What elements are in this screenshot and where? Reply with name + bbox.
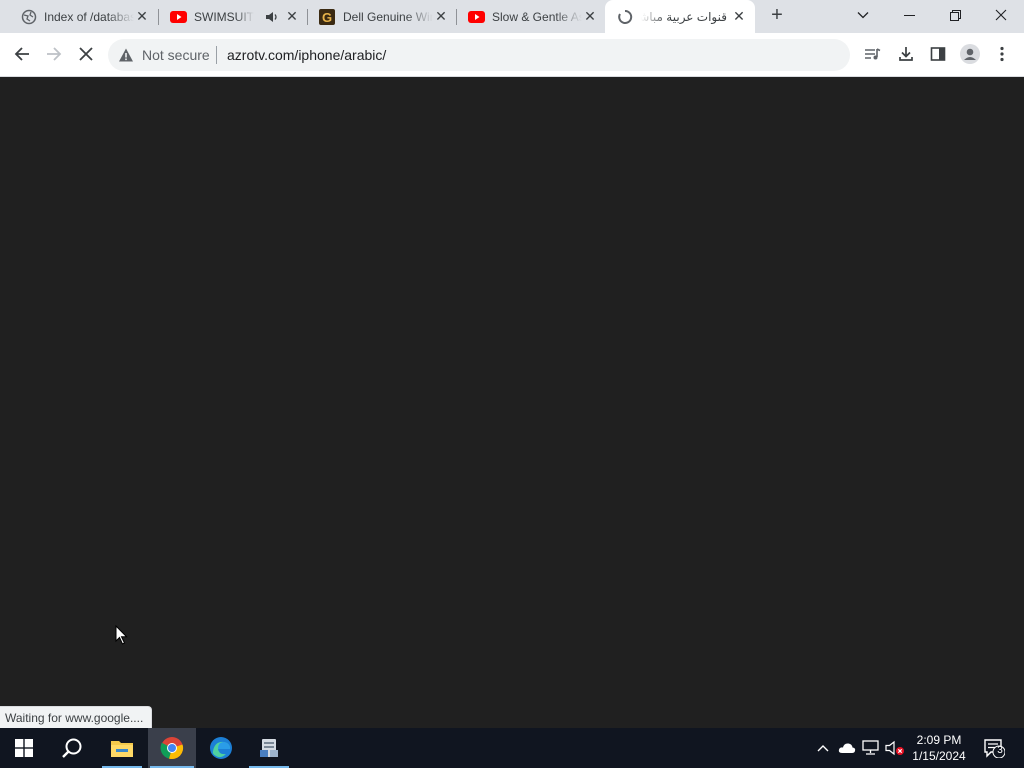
youtube-icon <box>170 9 187 25</box>
tab-arabic-channels[interactable]: قنوات عربية مباشر ✕ <box>605 0 755 33</box>
address-bar-divider <box>216 46 217 64</box>
tab-swimsuit[interactable]: SWIMSUIT ✕ <box>158 0 306 33</box>
tab-title: Index of /database <box>44 10 134 24</box>
tab-title: Slow & Gentle Asmr <box>492 10 582 24</box>
youtube-icon <box>468 9 485 25</box>
start-button[interactable] <box>0 728 48 768</box>
tab-title: قنوات عربية مباشر <box>641 10 727 24</box>
tab-dell-genuine[interactable]: G Dell Genuine Windows ✕ <box>307 0 455 33</box>
volume-muted-icon[interactable] <box>885 738 905 758</box>
clock-time: 2:09 PM <box>916 733 962 747</box>
profile-avatar-icon[interactable] <box>955 39 985 69</box>
tab-index-of-database[interactable]: Index of /database ✕ <box>8 0 156 33</box>
stop-loading-button[interactable] <box>71 39 101 69</box>
windows-taskbar: 2:09 PM 1/15/2024 3 <box>0 728 1024 768</box>
svg-text:G: G <box>322 10 332 25</box>
close-tab-icon[interactable]: ✕ <box>284 8 300 24</box>
clock-date: 1/15/2024 <box>912 749 966 763</box>
forward-button[interactable] <box>39 39 69 69</box>
back-button[interactable] <box>7 39 37 69</box>
warning-triangle-icon[interactable] <box>118 47 134 63</box>
page-viewport[interactable] <box>0 77 1024 728</box>
tab-search-button[interactable] <box>840 0 886 30</box>
menu-kebab-icon[interactable] <box>987 39 1017 69</box>
url-text[interactable]: azrotv.com/iphone/arabic/ <box>227 47 386 63</box>
speaker-icon[interactable] <box>264 9 280 25</box>
restore-button[interactable] <box>932 0 978 30</box>
media-control-icon[interactable] <box>858 39 888 69</box>
onedrive-cloud-icon[interactable] <box>837 738 857 758</box>
tab-strip: Index of /database ✕ SWIMSUIT ✕ G Dell G… <box>0 0 1024 33</box>
tab-title: SWIMSUIT <box>194 10 254 24</box>
mouse-cursor-icon <box>115 624 129 645</box>
minimize-button[interactable] <box>886 0 932 30</box>
loading-spinner-icon <box>617 9 633 25</box>
new-tab-button[interactable]: + <box>762 0 792 30</box>
close-tab-icon[interactable]: ✕ <box>433 8 449 24</box>
notification-count-badge: 3 <box>997 745 1003 756</box>
notification-center-icon[interactable]: 3 <box>981 738 1007 758</box>
chevron-up-icon[interactable] <box>813 738 833 758</box>
system-clock[interactable]: 2:09 PM 1/15/2024 <box>905 732 973 764</box>
globe-icon <box>21 9 37 25</box>
app-installer-icon[interactable] <box>245 728 293 768</box>
close-window-button[interactable] <box>978 0 1024 30</box>
not-secure-label[interactable]: Not secure <box>142 47 210 63</box>
file-explorer-icon[interactable] <box>98 728 146 768</box>
chrome-taskbar-icon[interactable] <box>148 728 196 768</box>
tab-slow-gentle[interactable]: Slow & Gentle Asmr ✕ <box>456 0 604 33</box>
address-bar[interactable]: Not secure azrotv.com/iphone/arabic/ <box>108 39 850 71</box>
g-logo-icon: G <box>319 9 335 25</box>
close-tab-icon[interactable]: ✕ <box>582 8 598 24</box>
edge-icon[interactable] <box>197 728 245 768</box>
tab-title: Dell Genuine Windows <box>343 10 433 24</box>
network-icon[interactable] <box>861 738 881 758</box>
search-icon[interactable] <box>48 728 96 768</box>
close-tab-icon[interactable]: ✕ <box>731 8 747 24</box>
close-tab-icon[interactable]: ✕ <box>134 8 150 24</box>
status-bubble: Waiting for www.google.... <box>0 706 152 728</box>
download-icon[interactable] <box>891 39 921 69</box>
side-panel-icon[interactable] <box>923 39 953 69</box>
